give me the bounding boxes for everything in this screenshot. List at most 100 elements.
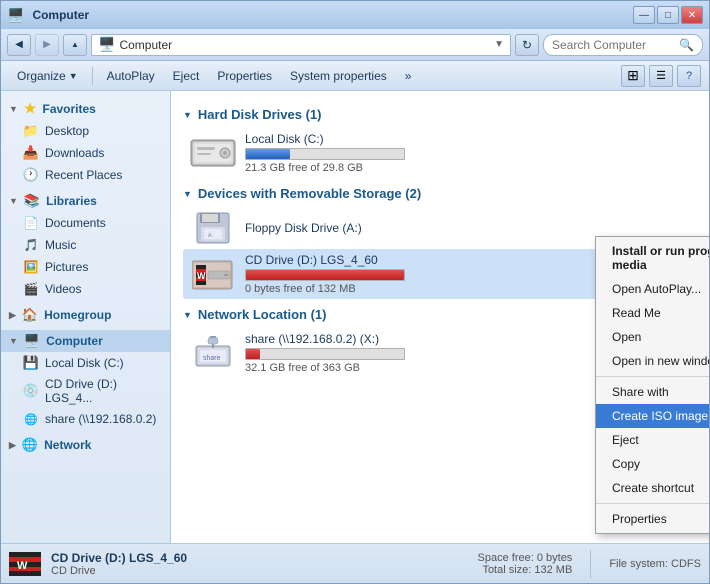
view-options-button[interactable]: ⊞ [621,65,645,87]
sidebar-item-music[interactable]: 🎵 Music [1,234,170,256]
sidebar-item-network-share[interactable]: 🌐 share (\\192.168.0.2) [1,408,170,430]
ctx-item-autoplay[interactable]: Open AutoPlay... [596,277,709,301]
favorites-expand-icon: ▼ [9,104,18,114]
status-cd-icon: W [9,548,41,580]
sidebar-item-videos[interactable]: 🎬 Videos [1,278,170,300]
ctx-item-eject[interactable]: Eject [596,428,709,452]
libraries-header[interactable]: ▼ 📚 Libraries [1,190,170,212]
svg-text:W: W [197,271,206,281]
organize-button[interactable]: Organize ▼ [9,64,86,88]
more-button[interactable]: » [397,64,420,88]
sidebar-item-local-disk[interactable]: 💾 Local Disk (C:) [1,352,170,374]
documents-icon: 📄 [23,215,39,231]
sidebar-item-desktop[interactable]: 📁 Desktop [1,120,170,142]
libraries-expand-icon: ▼ [9,196,18,206]
videos-icon: 🎬 [23,281,39,297]
favorites-section: ▼ ★ Favorites 📁 Desktop 📥 Downloads 🕐 Re… [1,97,170,186]
local-disk-icon: 💾 [23,355,39,371]
ctx-item-open[interactable]: Open [596,325,709,349]
window-icon: 🖥️ [7,7,24,24]
ctx-create-iso-label: Create ISO image [612,409,708,423]
minimize-button[interactable]: — [633,6,655,24]
music-icon: 🎵 [23,237,39,253]
ctx-open-label: Open [612,330,641,344]
svg-text:W: W [17,560,28,572]
ctx-item-create-shortcut[interactable]: Create shortcut [596,476,709,500]
ctx-eject-label: Eject [612,433,639,447]
eject-button[interactable]: Eject [165,64,208,88]
sidebar-item-downloads[interactable]: 📥 Downloads [1,142,170,164]
search-input[interactable] [552,38,675,52]
ctx-item-open-new-window[interactable]: Open in new window [596,349,709,373]
address-bar: ◀ ▶ ▲ 🖥️ Computer ▼ ↻ 🔍 [1,29,709,61]
ctx-properties-label: Properties [612,512,667,526]
ctx-separator-2 [596,503,709,504]
organize-dropdown-icon: ▼ [69,71,78,81]
sidebar-item-pictures-label: Pictures [45,260,88,274]
sidebar-item-local-disk-label: Local Disk (C:) [45,356,124,370]
view-toggle-button[interactable]: ☰ [649,65,673,87]
network-section: ▶ 🌐 Network [1,434,170,456]
computer-header[interactable]: ▼ 🖥️ Computer [1,330,170,352]
close-button[interactable]: ✕ [681,6,703,24]
libraries-label: Libraries [46,194,97,208]
homegroup-header[interactable]: ▶ 🏠 Homegroup [1,304,170,326]
ctx-item-properties[interactable]: Properties [596,507,709,531]
ctx-item-readme[interactable]: Read Me [596,301,709,325]
toolbar: Organize ▼ AutoPlay Eject Properties Sys… [1,61,709,91]
cd-drive-progress-wrap [245,269,405,281]
homegroup-expand-icon: ▶ [9,310,16,321]
cd-drive-icon-area: W [189,255,237,293]
recent-places-icon: 🕐 [23,167,39,183]
local-disk-c-info: Local Disk (C:) 21.3 GB free of 29.8 GB [245,132,691,174]
network-share-icon-area: share [189,336,237,370]
sidebar-item-recent-places-label: Recent Places [45,168,122,182]
sidebar-item-desktop-label: Desktop [45,124,89,138]
floppy-info: Floppy Disk Drive (A:) [245,221,691,235]
status-space-free: Space free: 0 bytes [478,552,573,564]
window-title: Computer [28,8,629,22]
address-icon: 🖥️ [98,36,115,53]
properties-button[interactable]: Properties [209,64,280,88]
status-drive-type: CD Drive [51,565,468,577]
removable-section-title: Devices with Removable Storage (2) [198,186,421,201]
help-button[interactable]: ? [677,65,701,87]
hard-disk-icon [189,136,237,170]
search-icon: 🔍 [679,38,694,52]
local-disk-c-item[interactable]: Local Disk (C:) 21.3 GB free of 29.8 GB [183,128,697,178]
favorites-header[interactable]: ▼ ★ Favorites [1,97,170,120]
ctx-item-install[interactable]: Install or run program from your media [596,239,709,277]
ctx-readme-label: Read Me [612,306,661,320]
address-dropdown-arrow[interactable]: ▼ [494,39,504,50]
up-button[interactable]: ▲ [63,34,87,56]
hdd-section-triangle: ▼ [183,110,192,120]
ctx-install-label: Install or run program from your media [612,244,709,272]
sidebar-item-recent-places[interactable]: 🕐 Recent Places [1,164,170,186]
network-icon: 🌐 [22,437,38,453]
address-box[interactable]: 🖥️ Computer ▼ [91,34,511,56]
sidebar-item-pictures[interactable]: 🖼️ Pictures [1,256,170,278]
status-bar: W CD Drive (D:) LGS_4_60 CD Drive Space … [1,543,709,583]
ctx-item-copy[interactable]: Copy [596,452,709,476]
status-total-size: Total size: 132 MB [482,564,572,576]
ctx-autoplay-label: Open AutoPlay... [612,282,701,296]
refresh-button[interactable]: ↻ [515,34,539,56]
favorites-star-icon: ★ [24,100,37,117]
ctx-item-create-iso[interactable]: Create ISO image [596,404,709,428]
title-bar: 🖥️ Computer — □ ✕ [1,1,709,29]
system-properties-button[interactable]: System properties [282,64,395,88]
autoplay-button[interactable]: AutoPlay [99,64,163,88]
sidebar-item-cd-drive[interactable]: 💿 CD Drive (D:) LGS_4... [1,374,170,408]
network-share-icon: 🌐 [23,411,39,427]
sidebar-item-documents[interactable]: 📄 Documents [1,212,170,234]
cd-drive-progress-bar [246,270,404,280]
local-disk-c-size: 21.3 GB free of 29.8 GB [245,162,691,174]
local-disk-c-progress-wrap [245,148,405,160]
maximize-button[interactable]: □ [657,6,679,24]
back-button[interactable]: ◀ [7,34,31,56]
status-info: CD Drive (D:) LGS_4_60 CD Drive [51,551,468,577]
forward-button[interactable]: ▶ [35,34,59,56]
network-header[interactable]: ▶ 🌐 Network [1,434,170,456]
ctx-item-share-with[interactable]: Share with ▶ [596,380,709,404]
status-right-info: Space free: 0 bytes Total size: 132 MB [478,552,573,576]
